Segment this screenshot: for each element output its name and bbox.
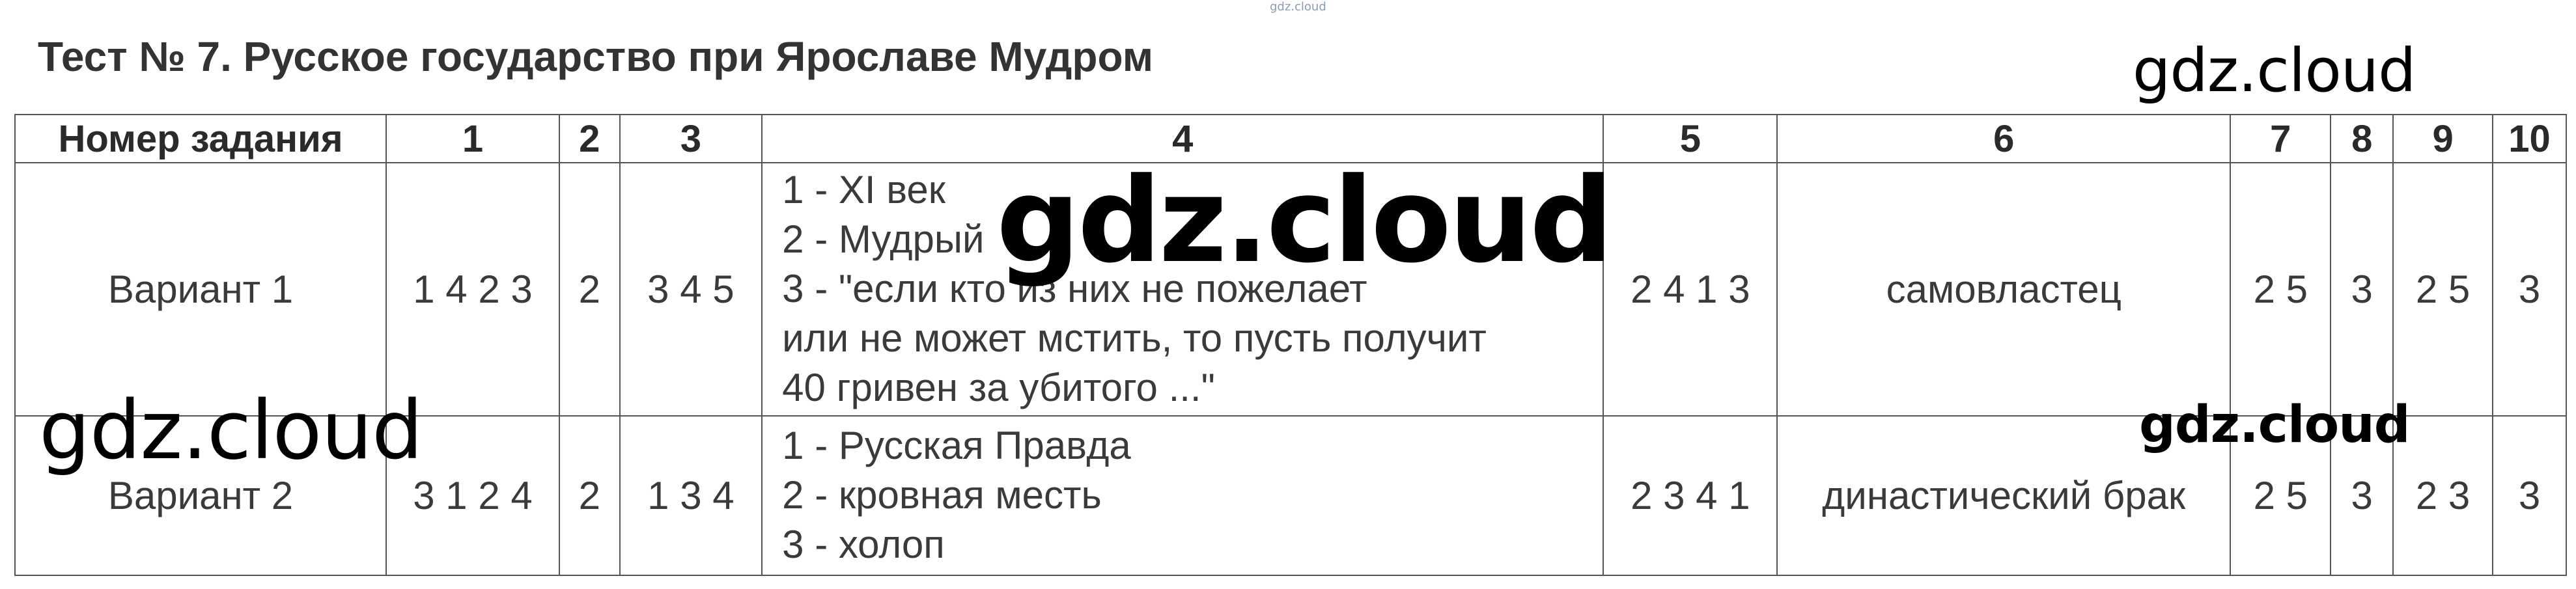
answer-cell: 2 3 4 1 (1603, 415, 1778, 577)
answer-cell: 2 (558, 415, 621, 577)
header-col-7: 7 (2230, 114, 2332, 163)
variant-label: Вариант 1 (14, 162, 387, 417)
header-col-9: 9 (2392, 114, 2494, 163)
page-title: Тест № 7. Русское государство при Яросла… (38, 33, 1154, 80)
top-watermark-small: gdz.cloud (1270, 0, 1326, 14)
header-col-8: 8 (2330, 114, 2394, 163)
header-col-10: 10 (2492, 114, 2567, 163)
header-col-2: 2 (558, 114, 621, 163)
header-col-1: 1 (385, 114, 560, 163)
answer-cell: самовластец (1776, 162, 2232, 417)
answer-cell: 3 4 5 (619, 162, 763, 417)
header-col-3: 3 (619, 114, 763, 163)
answer-cell: 2 5 (2392, 162, 2494, 417)
watermark-right-small: gdz.cloud (2139, 396, 2411, 454)
answer-line: или не может мстить, то пусть получит (782, 316, 1487, 361)
answer-cell: 3 (2492, 415, 2567, 577)
answer-cell: 3 (2330, 162, 2394, 417)
answer-line: 40 гривен за убитого ..." (782, 366, 1215, 410)
answer-line: 2 - кровная месть (782, 473, 1102, 517)
header-col-6: 6 (1776, 114, 2232, 163)
answer-cell: 2 (558, 162, 621, 417)
answer-cell: 1 3 4 (619, 415, 763, 577)
header-task-number: Номер задания (14, 114, 387, 163)
watermark-center: gdz.cloud (996, 153, 1614, 289)
answer-line: 3 - холоп (782, 523, 945, 567)
watermark-left: gdz.cloud (39, 384, 423, 478)
watermark-top-right: gdz.cloud (2133, 36, 2416, 105)
answer-line: 1 - Русская Правда (782, 424, 1131, 468)
answer-cell: 1 4 2 3 (385, 162, 560, 417)
answer-cell: 2 4 1 3 (1603, 162, 1778, 417)
header-col-5: 5 (1603, 114, 1778, 163)
answer-cell: 2 5 (2230, 162, 2332, 417)
answer-cell: 3 (2492, 162, 2567, 417)
answer-cell-multiline: 1 - Русская Правда 2 - кровная месть 3 -… (761, 415, 1604, 577)
